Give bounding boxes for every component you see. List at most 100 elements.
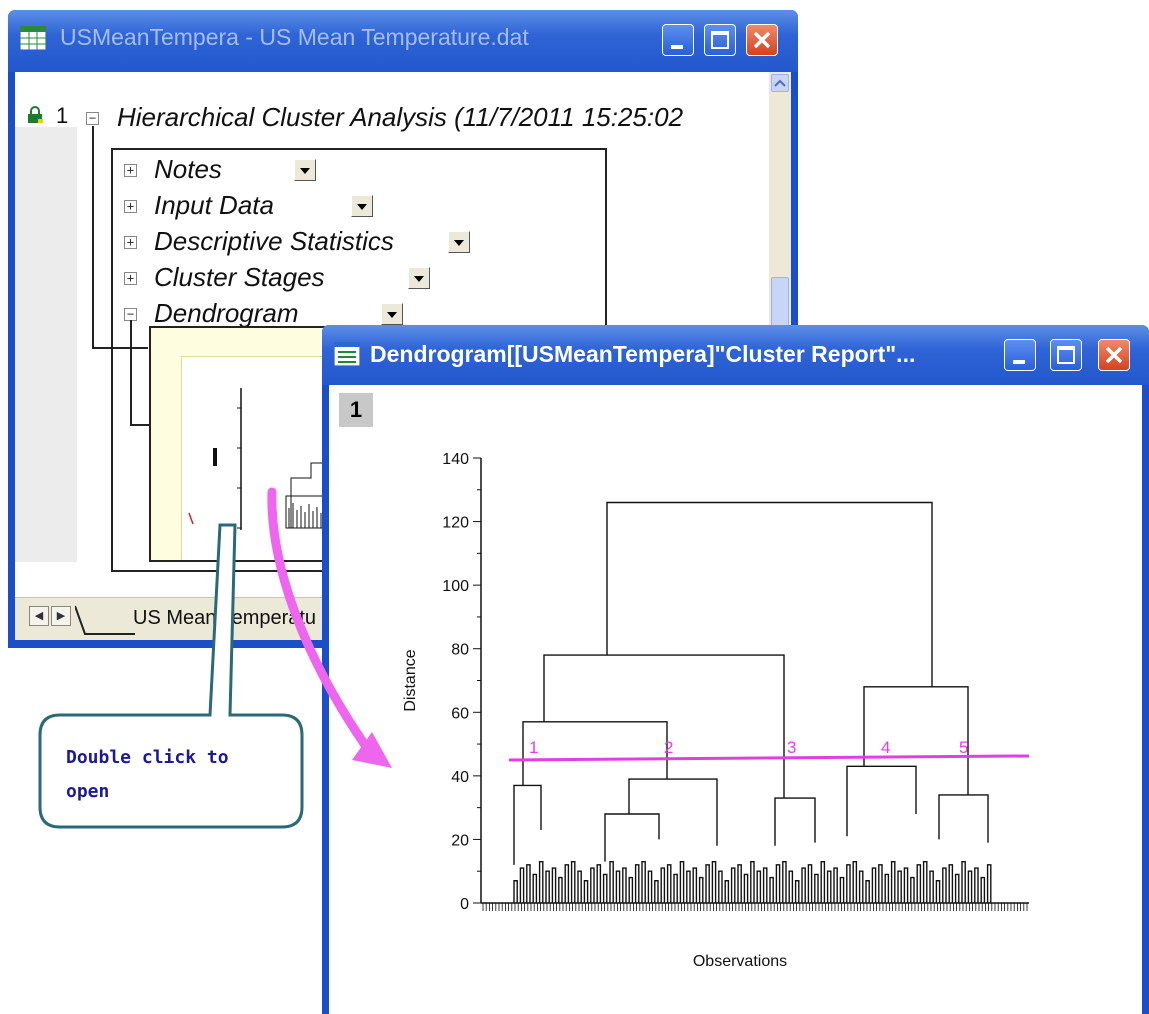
- dendrogram-link: [583, 880, 589, 903]
- dendrogram-link: [980, 876, 986, 903]
- dendrogram-link: [558, 876, 563, 903]
- dendrogram-link: [858, 870, 864, 903]
- cluster-label: 3: [787, 738, 796, 757]
- cluster-stages-dropdown-button[interactable]: [408, 267, 430, 289]
- input-data-dropdown-button[interactable]: [351, 195, 373, 217]
- y-tick-label: 80: [451, 642, 469, 659]
- dendrogram-link: [871, 867, 877, 903]
- double-click-callout: Double click to open: [38, 523, 304, 830]
- tree-item-notes[interactable]: Notes: [154, 154, 222, 185]
- cut-line: [508, 754, 1030, 762]
- dendrogram-link: [526, 864, 531, 903]
- maximize-icon: [1057, 346, 1075, 364]
- tree-item-input-data[interactable]: Input Data: [154, 190, 274, 221]
- dendrogram-link: [910, 876, 915, 903]
- dendrogram-link: [865, 880, 870, 903]
- dendrogram-link: [782, 860, 787, 903]
- workbook-icon: [20, 26, 46, 50]
- dendrogram-link: [890, 860, 896, 903]
- notes-dropdown-button[interactable]: [294, 159, 316, 181]
- dendrogram-link: [609, 860, 614, 903]
- dendrogram-link: [673, 873, 678, 903]
- descriptive-statistics-dropdown-button[interactable]: [448, 231, 470, 253]
- maximize-button[interactable]: [704, 24, 736, 56]
- dendrogram-link: [756, 870, 762, 903]
- dendrogram-link: [750, 860, 755, 903]
- y-axis-title: Distance: [402, 649, 419, 711]
- dendrogram-link: [654, 880, 659, 903]
- dendrogram-link: [641, 860, 646, 903]
- dendrogram-link: [606, 501, 933, 687]
- dendrogram-link: [801, 867, 806, 903]
- y-tick-label: 140: [442, 451, 469, 468]
- dendrogram-graph-window[interactable]: Dendrogram[[USMeanTempera]"Cluster Repor…: [322, 325, 1149, 1014]
- dendrogram-link: [954, 873, 960, 903]
- dendrogram-link: [903, 867, 909, 903]
- workbook-title: USMeanTempera - US Mean Temperature.dat: [60, 24, 529, 50]
- dendrogram-link: [762, 867, 768, 903]
- expand-notes-toggle[interactable]: +: [124, 164, 137, 177]
- dendrogram-link: [774, 797, 816, 846]
- dendrogram-link: [679, 860, 685, 903]
- dendrogram-link: [666, 864, 672, 903]
- dendrogram-link: [916, 864, 922, 903]
- dendrogram-link: [711, 860, 717, 903]
- dendrogram-link: [807, 864, 813, 903]
- dendrogram-chart[interactable]: 0 20 40 60 80 100 120 140 Observations Distance 1 2…: [329, 385, 1142, 1014]
- tree-item-dendrogram[interactable]: Dendrogram: [154, 298, 299, 329]
- dendrogram-link: [724, 880, 730, 903]
- close-icon: [1105, 346, 1123, 364]
- scroll-up-button[interactable]: [771, 74, 789, 92]
- dendrogram-link: [543, 654, 785, 799]
- dendrogram-link: [948, 864, 954, 903]
- graph-window-icon: [334, 342, 360, 366]
- dendrogram-link: [737, 864, 742, 903]
- dendrogram-link: [794, 880, 800, 903]
- x-axis-title: Observations: [693, 953, 787, 970]
- graph-maximize-button[interactable]: [1050, 339, 1082, 371]
- dendrogram-link: [615, 870, 621, 903]
- report-title: Hierarchical Cluster Analysis (11/7/2011…: [117, 102, 684, 132]
- tree-item-cluster-stages[interactable]: Cluster Stages: [154, 262, 325, 293]
- graph-client-area: 1 0 20 40 60 80 100 120 140 Observations Distance…: [329, 385, 1142, 1014]
- graph-minimize-button[interactable]: [1004, 339, 1036, 371]
- expand-descriptive-statistics-toggle[interactable]: +: [124, 236, 137, 249]
- dendrogram-link: [519, 867, 525, 903]
- maximize-icon: [711, 31, 729, 49]
- dendrogram-link: [718, 870, 723, 903]
- dendrogram-link: [897, 870, 902, 903]
- expand-input-data-toggle[interactable]: +: [124, 200, 137, 213]
- close-icon: [753, 31, 771, 49]
- dendrogram-link: [692, 867, 698, 903]
- graph-close-button[interactable]: [1098, 339, 1130, 371]
- close-button[interactable]: [746, 24, 778, 56]
- dendrogram-link: [596, 864, 602, 903]
- y-tick-label: 60: [451, 705, 469, 722]
- graph-title-bar[interactable]: Dendrogram[[USMeanTempera]"Cluster Repor…: [322, 325, 1149, 385]
- tree-item-descriptive-statistics[interactable]: Descriptive Statistics: [154, 226, 394, 257]
- dendrogram-link: [788, 870, 794, 903]
- dendrogram-link: [622, 867, 627, 903]
- cluster-label: 2: [664, 738, 673, 757]
- y-tick-label: 40: [451, 769, 469, 786]
- dendrogram-dropdown-button[interactable]: [381, 303, 403, 325]
- callout-text: Double click to open: [66, 747, 229, 802]
- dendrogram-link: [545, 870, 550, 903]
- dendrogram-link: [884, 873, 890, 903]
- chevron-up-icon: [774, 79, 786, 87]
- dendrogram-link: [938, 794, 989, 843]
- dendrogram-link: [570, 860, 576, 903]
- lock-icon: [28, 106, 43, 123]
- dendrogram-link: [628, 876, 634, 903]
- dendrogram-link: [986, 864, 992, 903]
- dendrogram-link: [513, 784, 542, 865]
- collapse-report-toggle[interactable]: −: [86, 112, 99, 125]
- dendrogram-link: [922, 860, 928, 903]
- tree-connector: [130, 424, 150, 426]
- dendrogram-link: [846, 864, 851, 903]
- dendrogram-link: [522, 721, 668, 786]
- expand-cluster-stages-toggle[interactable]: +: [124, 272, 137, 285]
- y-tick-label: 20: [451, 832, 469, 849]
- minimize-button[interactable]: [662, 24, 694, 56]
- workbook-title-bar[interactable]: USMeanTempera - US Mean Temperature.dat: [8, 10, 798, 72]
